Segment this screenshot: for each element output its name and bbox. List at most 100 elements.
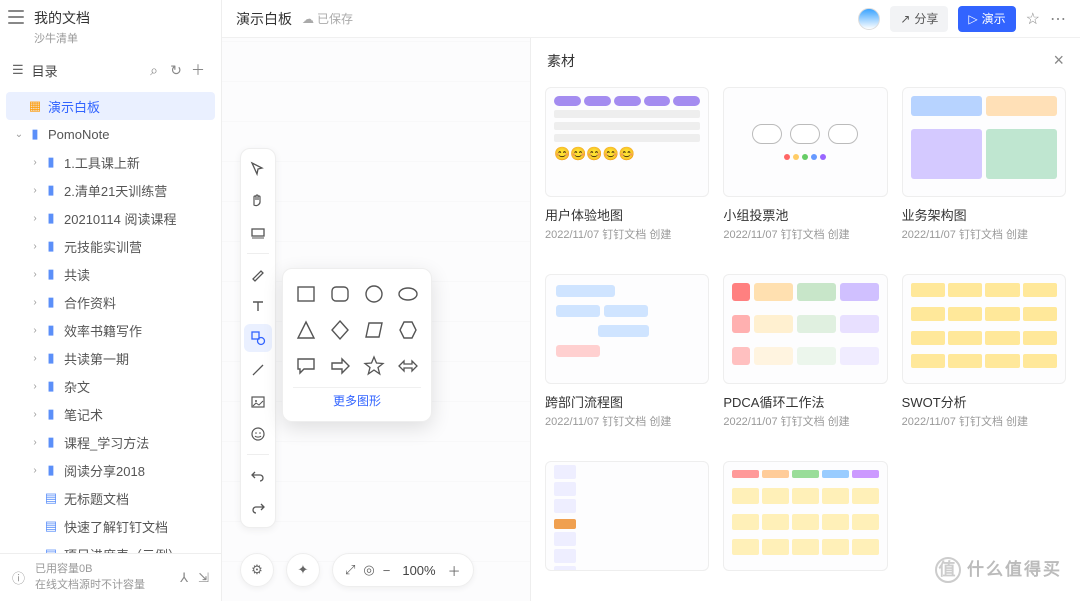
card-meta: 2022/11/07 钉钉文档 创建	[902, 226, 1066, 242]
tree-item[interactable]: ▤项目进度表（示例）	[6, 540, 215, 553]
tree-item-label: 快速了解钉钉文档	[64, 517, 168, 536]
expand-arrow-icon[interactable]: ›	[28, 325, 42, 336]
material-card[interactable]: 业务架构图 2022/11/07 钉钉文档 创建	[902, 87, 1066, 258]
material-card[interactable]: 跨部门流程图 2022/11/07 钉钉文档 创建	[545, 274, 709, 445]
directory-label: 目录	[32, 61, 143, 80]
tree-item-label: 效率书籍写作	[64, 321, 142, 340]
star-icon[interactable]: ☆	[1026, 9, 1040, 29]
image-tool[interactable]	[244, 388, 272, 416]
directory-tree-icon: ☰	[12, 62, 24, 78]
shape-rounded-rect[interactable]	[327, 281, 353, 307]
tree-item[interactable]: ⌄▮PomoNote	[6, 120, 215, 148]
tree-item[interactable]: ›▮阅读分享2018	[6, 456, 215, 484]
tree-item[interactable]: ›▮共读第一期	[6, 344, 215, 372]
expand-arrow-icon[interactable]: ›	[28, 241, 42, 252]
refresh-icon[interactable]: ↻	[165, 62, 187, 79]
tree-item-label: 共读	[64, 265, 90, 284]
add-icon[interactable]: ＋	[187, 60, 209, 80]
close-icon[interactable]: ×	[1053, 50, 1064, 71]
share-button[interactable]: ↗ 分享	[890, 6, 948, 32]
tree-item[interactable]: ›▮2.清单21天训练营	[6, 176, 215, 204]
line-tool[interactable]	[244, 356, 272, 384]
expand-arrow-icon[interactable]: ›	[28, 353, 42, 364]
zoom-in-icon[interactable]: ＋	[448, 561, 461, 580]
present-button[interactable]: ▷ 演示	[958, 6, 1015, 32]
expand-arrow-icon[interactable]: ›	[28, 297, 42, 308]
expand-arrow-icon[interactable]: ›	[28, 157, 42, 168]
export-icon[interactable]: ⇲	[198, 570, 209, 586]
tree-item[interactable]: ›▮笔记术	[6, 400, 215, 428]
expand-arrow-icon[interactable]: ›	[28, 185, 42, 196]
more-shapes-link[interactable]: 更多图形	[293, 387, 421, 413]
expand-arrow-icon[interactable]: ›	[28, 465, 42, 476]
tree-item[interactable]: ›▮20210114 阅读课程	[6, 204, 215, 232]
card-title: 用户体验地图	[545, 205, 709, 224]
magic-icon[interactable]: ✦	[286, 553, 320, 587]
shape-double-arrow[interactable]	[395, 353, 421, 379]
undo-icon[interactable]	[244, 461, 272, 489]
share-tree-icon[interactable]: ⅄	[180, 570, 188, 586]
expand-arrow-icon[interactable]: ›	[28, 381, 42, 392]
shape-star[interactable]	[361, 353, 387, 379]
hand-tool[interactable]	[244, 187, 272, 215]
fit-icon[interactable]: ⤢	[345, 562, 355, 578]
expand-arrow-icon[interactable]: ⌄	[12, 129, 26, 140]
shape-diamond[interactable]	[327, 317, 353, 343]
expand-arrow-icon[interactable]: ›	[28, 213, 42, 224]
material-card[interactable]: 😊😊😊😊😊用户体验地图2022/11/07 钉钉文档 创建	[545, 87, 709, 258]
shape-ellipse[interactable]	[395, 281, 421, 307]
select-tool[interactable]	[244, 155, 272, 183]
pen-tool[interactable]	[244, 260, 272, 288]
shape-circle[interactable]	[361, 281, 387, 307]
settings-icon[interactable]: ⚙	[240, 553, 274, 587]
zoom-out-icon[interactable]: −	[383, 563, 391, 578]
tree-item-label: 阅读分享2018	[64, 461, 145, 480]
shape-parallelogram[interactable]	[361, 317, 387, 343]
shape-speech[interactable]	[293, 353, 319, 379]
tree-item-label: 1.工具课上新	[64, 153, 140, 172]
tree-item[interactable]: ›▮课程_学习方法	[6, 428, 215, 456]
storage-note: 在线文档源时不计容量	[35, 578, 170, 593]
material-card[interactable]	[723, 461, 887, 587]
tree-item[interactable]: ›▮元技能实训营	[6, 232, 215, 260]
tree-item[interactable]: ▤快速了解钉钉文档	[6, 512, 215, 540]
frame-tool[interactable]	[244, 219, 272, 247]
tree-item[interactable]: ›▮1.工具课上新	[6, 148, 215, 176]
card-meta: 2022/11/07 钉钉文档 创建	[723, 413, 887, 429]
tree-item[interactable]: ›▮效率书籍写作	[6, 316, 215, 344]
material-card[interactable]	[545, 461, 709, 587]
tree-item-label: 笔记术	[64, 405, 103, 424]
tree-item[interactable]: ›▮杂文	[6, 372, 215, 400]
material-card[interactable]: PDCA循环工作法2022/11/07 钉钉文档 创建	[723, 274, 887, 445]
tree-item-label: 元技能实训营	[64, 237, 142, 256]
shape-hexagon[interactable]	[395, 317, 421, 343]
emoji-tool[interactable]	[244, 420, 272, 448]
target-icon[interactable]: ◎	[363, 562, 374, 578]
card-title: 跨部门流程图	[545, 392, 709, 411]
expand-arrow-icon[interactable]: ›	[28, 409, 42, 420]
shape-triangle[interactable]	[293, 317, 319, 343]
tree-item[interactable]: ▤无标题文档	[6, 484, 215, 512]
card-title: 业务架构图	[902, 205, 1066, 224]
expand-arrow-icon[interactable]: ›	[28, 269, 42, 280]
text-tool[interactable]	[244, 292, 272, 320]
shape-tool[interactable]	[244, 324, 272, 352]
material-card[interactable]: 小组投票池2022/11/07 钉钉文档 创建	[723, 87, 887, 258]
redo-icon[interactable]	[244, 493, 272, 521]
info-icon[interactable]: ⓘ	[12, 568, 25, 587]
zoom-value: 100%	[398, 563, 439, 578]
shape-rectangle[interactable]	[293, 281, 319, 307]
more-icon[interactable]: ⋯	[1050, 9, 1066, 29]
zoom-controls: ⤢ ◎ − 100% ＋	[332, 553, 474, 587]
tree-item[interactable]: ›▮合作资料	[6, 288, 215, 316]
search-icon[interactable]: ⌕	[143, 62, 165, 79]
shape-arrow[interactable]	[327, 353, 353, 379]
avatar[interactable]	[858, 8, 880, 30]
expand-arrow-icon[interactable]: ›	[28, 437, 42, 448]
tool-palette	[240, 148, 276, 528]
tree-item[interactable]: ▦演示白板	[6, 92, 215, 120]
card-meta: 2022/11/07 钉钉文档 创建	[545, 413, 709, 429]
tree-item[interactable]: ›▮共读	[6, 260, 215, 288]
menu-icon[interactable]	[8, 10, 24, 24]
material-card[interactable]: SWOT分析2022/11/07 钉钉文档 创建	[902, 274, 1066, 445]
